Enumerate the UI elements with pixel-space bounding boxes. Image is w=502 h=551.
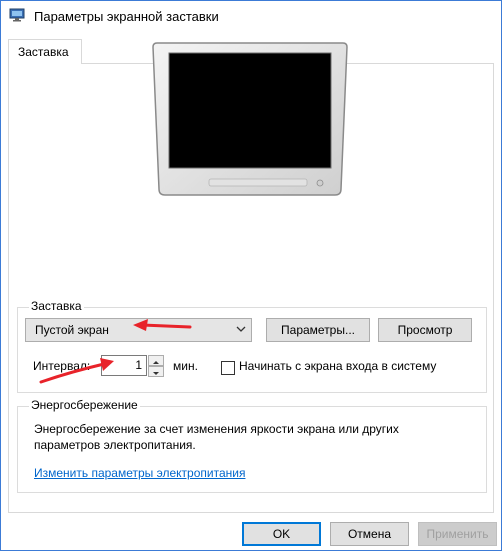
interval-value: 1 (135, 358, 142, 372)
screensaver-select-value: Пустой экран (35, 323, 109, 337)
arrow-down-icon (153, 372, 159, 375)
screensaver-group-label: Заставка (29, 299, 84, 313)
display-app-icon (9, 8, 25, 22)
monitor-preview (152, 42, 348, 196)
tab-screensaver[interactable]: Заставка (8, 39, 82, 64)
window-title: Параметры экранной заставки (34, 9, 219, 24)
interval-unit: мин. (173, 359, 198, 373)
preview-button[interactable]: Просмотр (378, 318, 472, 342)
title-bar: Параметры экранной заставки (1, 1, 501, 31)
settings-button[interactable]: Параметры... (266, 318, 370, 342)
power-description-line1: Энергосбережение за счет изменения яркос… (34, 422, 399, 436)
power-group-label: Энергосбережение (29, 398, 140, 412)
tab-screensaver-label: Заставка (18, 45, 69, 59)
interval-label: Интервал: (33, 359, 91, 373)
apply-button[interactable]: Применить (418, 522, 497, 546)
power-settings-link[interactable]: Изменить параметры электропитания (34, 466, 245, 480)
chevron-down-icon (236, 326, 246, 332)
interval-input[interactable]: 1 (101, 355, 147, 376)
resume-logon-label[interactable]: Начинать с экрана входа в систему (239, 359, 436, 373)
resume-logon-checkbox[interactable] (221, 361, 235, 375)
power-description-line2: параметров электропитания. (34, 438, 196, 452)
screensaver-settings-dialog: Параметры экранной заставки Заставка Зас… (0, 0, 502, 551)
ok-button[interactable]: OK (242, 522, 321, 546)
cancel-button[interactable]: Отмена (330, 522, 409, 546)
screensaver-select[interactable]: Пустой экран (25, 318, 252, 342)
interval-up-button[interactable] (148, 355, 164, 366)
interval-down-button[interactable] (148, 366, 164, 377)
